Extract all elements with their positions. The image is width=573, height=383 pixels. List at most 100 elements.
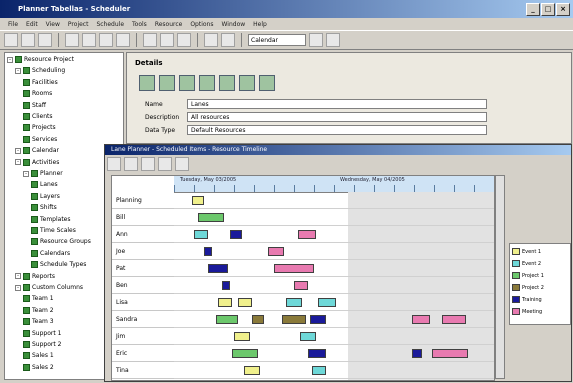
schedule-bar[interactable] [308, 349, 326, 358]
menu-item-tools[interactable]: Tools [132, 21, 147, 28]
collapse-icon[interactable]: - [15, 147, 21, 154]
forward-icon[interactable] [124, 157, 138, 171]
tree-node[interactable]: - Custom Columns [15, 283, 83, 292]
tree-node[interactable]: Support 1 [23, 329, 61, 338]
cut-icon[interactable] [65, 33, 79, 47]
new-icon[interactable] [4, 33, 18, 47]
table-icon[interactable] [199, 75, 215, 91]
schedule-bar[interactable] [234, 332, 250, 341]
menu-item-project[interactable]: Project [68, 21, 89, 28]
back-icon[interactable] [107, 157, 121, 171]
tree-node[interactable]: Team 1 [23, 294, 54, 303]
schedule-bar[interactable] [274, 264, 314, 273]
schedule-bar[interactable] [252, 315, 264, 324]
menu-item-file[interactable]: File [8, 21, 18, 28]
schedule-bar[interactable] [310, 315, 326, 324]
save-icon[interactable] [38, 33, 52, 47]
menu-item-options[interactable]: Options [190, 21, 213, 28]
collapse-icon[interactable]: - [15, 67, 21, 74]
refresh-icon[interactable] [175, 157, 189, 171]
tree-node[interactable]: Clients [23, 112, 53, 121]
tree-node[interactable]: Sales 2 [23, 363, 54, 372]
schedule-bar[interactable] [232, 349, 258, 358]
field-value[interactable]: Default Resources [187, 125, 487, 135]
print-icon[interactable] [143, 33, 157, 47]
edit-item-icon[interactable] [159, 75, 175, 91]
chart-icon[interactable] [239, 75, 255, 91]
tree-node[interactable]: Resource Groups [31, 237, 91, 246]
view-combo[interactable]: Calendar [248, 34, 306, 46]
schedule-bar[interactable] [192, 196, 204, 205]
tree-node[interactable]: Staff [23, 101, 46, 110]
calendar-icon[interactable] [204, 33, 218, 47]
tree-node[interactable]: - Calendar [15, 146, 59, 155]
delete-icon[interactable] [116, 33, 130, 47]
schedule-bar[interactable] [216, 315, 238, 324]
schedule-bar[interactable] [300, 332, 316, 341]
tree-node[interactable]: Calendars [31, 249, 70, 258]
schedule-bar[interactable] [286, 298, 302, 307]
schedule-bar[interactable] [412, 315, 430, 324]
close-button[interactable]: × [556, 3, 570, 16]
schedule-bar[interactable] [282, 315, 306, 324]
field-value[interactable]: All resources [187, 112, 487, 122]
maximize-button[interactable]: □ [541, 3, 555, 16]
tree-node[interactable]: - Activities [15, 158, 59, 167]
menu-item-window[interactable]: Window [221, 21, 245, 28]
open-icon[interactable] [21, 33, 35, 47]
schedule-bar[interactable] [312, 366, 326, 375]
help-icon[interactable] [326, 33, 340, 47]
tree-node[interactable]: - Reports [15, 272, 55, 281]
menu-item-help[interactable]: Help [253, 21, 267, 28]
tree-node[interactable]: Shifts [31, 203, 57, 212]
vertical-scrollbar[interactable] [495, 175, 505, 379]
schedule-bar[interactable] [432, 349, 468, 358]
filter-icon[interactable] [158, 157, 172, 171]
schedule-bar[interactable] [294, 281, 308, 290]
schedule-bar[interactable] [298, 230, 316, 239]
schedule-bar[interactable] [268, 247, 284, 256]
menu-item-edit[interactable]: Edit [26, 21, 38, 28]
field-value[interactable]: Lanes [187, 99, 487, 109]
minimize-button[interactable]: _ [526, 3, 540, 16]
schedule-bar[interactable] [222, 281, 230, 290]
schedule-bar[interactable] [244, 366, 260, 375]
schedule-bar[interactable] [204, 247, 212, 256]
new-item-icon[interactable] [139, 75, 155, 91]
schedule-bar[interactable] [218, 298, 232, 307]
schedule-bar[interactable] [442, 315, 466, 324]
copy-icon[interactable] [82, 33, 96, 47]
delete-item-icon[interactable] [179, 75, 195, 91]
collapse-icon[interactable]: - [15, 159, 21, 166]
tree-node[interactable]: - Scheduling [15, 66, 65, 75]
schedule-bar[interactable] [412, 349, 422, 358]
schedule-bar[interactable] [238, 298, 252, 307]
tree-node[interactable]: - Resource Project [7, 55, 74, 64]
tree-node[interactable]: Schedule Types [31, 260, 86, 269]
properties-icon[interactable] [177, 33, 191, 47]
dropdown-arrow-icon[interactable] [309, 33, 323, 47]
collapse-icon[interactable]: - [23, 170, 29, 177]
tree-node[interactable]: Sales 1 [23, 351, 54, 360]
menu-item-resource[interactable]: Resource [155, 21, 183, 28]
schedule-bar[interactable] [230, 230, 242, 239]
tree-node[interactable]: Templates [31, 215, 71, 224]
schedule-bar[interactable] [318, 298, 336, 307]
schedule-bar[interactable] [198, 213, 224, 222]
tree-node[interactable]: Support 2 [23, 340, 61, 349]
menu-item-view[interactable]: View [46, 21, 60, 28]
tree-node[interactable]: - Planner [23, 169, 63, 178]
schedule-bar[interactable] [194, 230, 208, 239]
menu-item-schedule[interactable]: Schedule [96, 21, 124, 28]
tree-node[interactable]: Rooms [23, 89, 52, 98]
settings-icon[interactable] [259, 75, 275, 91]
tree-node[interactable]: Lanes [31, 180, 58, 189]
tree-node[interactable]: Services [23, 135, 57, 144]
paste-icon[interactable] [99, 33, 113, 47]
collapse-icon[interactable]: - [7, 56, 13, 63]
tree-node[interactable]: Facilities [23, 78, 58, 87]
preview-icon[interactable] [160, 33, 174, 47]
tree-node[interactable]: Projects [23, 123, 56, 132]
zoom-icon[interactable] [141, 157, 155, 171]
tree-node[interactable]: Time Scales [31, 226, 76, 235]
